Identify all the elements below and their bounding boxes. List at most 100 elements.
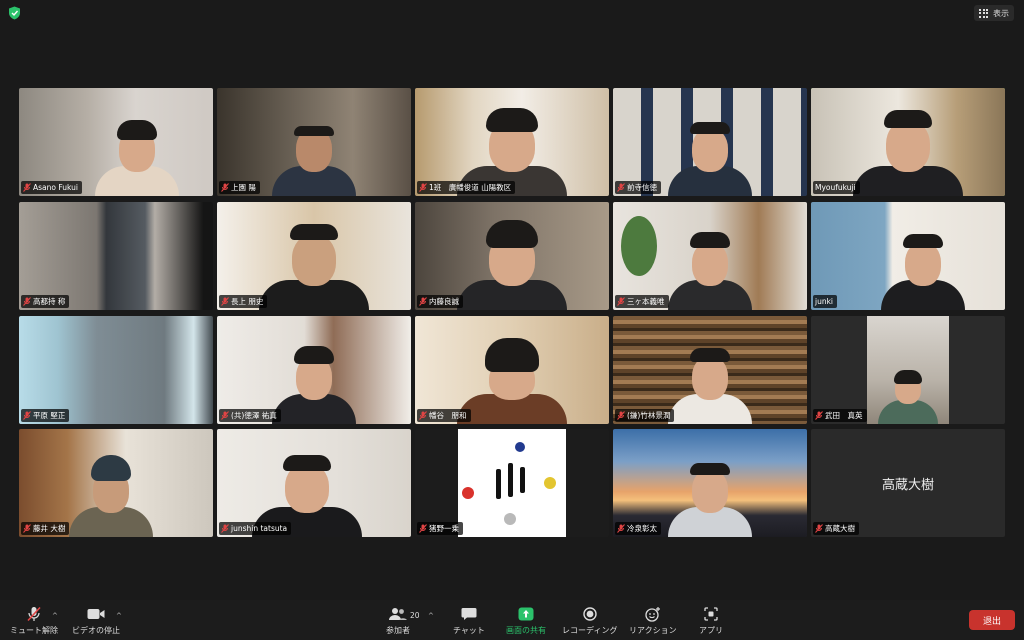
participant-name: 高都持 称 [33, 297, 66, 306]
participant-name: 冷泉彰太 [627, 524, 657, 533]
participants-options-caret-icon[interactable]: ^ [428, 612, 434, 620]
audio-options-caret-icon[interactable]: ^ [52, 612, 58, 620]
participant-tile[interactable]: 藤井 大樹 [19, 429, 213, 537]
participant-name: 藤井 大樹 [33, 524, 66, 533]
stop-video-label: ビデオの停止 [72, 626, 120, 635]
participant-tile-active-speaker[interactable]: Myoufukuji [811, 88, 1005, 196]
muted-mic-icon [23, 524, 31, 533]
participant-tile[interactable]: 上園 陽 [217, 88, 411, 196]
participant-name: 幡谷 朋和 [429, 411, 467, 420]
participant-tile[interactable]: 1班 廣幡俊道 山陽教区 [415, 88, 609, 196]
participant-tile[interactable]: junki [811, 202, 1005, 310]
record-icon [583, 607, 597, 621]
reaction-emoji-icon [645, 607, 660, 622]
muted-mic-icon [221, 524, 229, 533]
participant-tile[interactable]: Asano Fukui [19, 88, 213, 196]
chat-button[interactable]: チャット [453, 606, 485, 636]
share-screen-button[interactable]: 画面の共有 [506, 606, 546, 636]
stop-video-button[interactable]: ビデオの停止 [72, 606, 120, 636]
name-tag: 前寺信徳 [615, 181, 661, 194]
reactions-button[interactable]: リアクション [629, 606, 677, 636]
top-bar: 表示 [0, 0, 1024, 26]
participant-name: (鎌)竹林景潤 [627, 411, 671, 420]
participant-tile[interactable]: (鎌)竹林景潤 [613, 316, 807, 424]
participant-tile[interactable]: 長上 朋史 [217, 202, 411, 310]
participants-label: 参加者 [386, 626, 410, 635]
participant-name: 前寺信徳 [627, 183, 657, 192]
leave-meeting-button[interactable]: 退出 [969, 610, 1015, 630]
participants-icon [389, 608, 407, 620]
participant-tile[interactable]: 前寺信徳 [613, 88, 807, 196]
unmute-button[interactable]: ミュート解除 [10, 606, 58, 636]
participant-tile-video-off[interactable]: 高蔵大樹 高蔵大樹 [811, 429, 1005, 537]
muted-mic-icon [419, 411, 427, 420]
muted-mic-icon [419, 183, 427, 192]
participant-tile[interactable]: 内藤良誠 [415, 202, 609, 310]
participant-name: Asano Fukui [33, 183, 78, 192]
profile-logo-image [458, 429, 566, 537]
participant-name: 1班 廣幡俊道 山陽教区 [429, 183, 512, 192]
name-tag: (共)徳澤 祐真 [219, 409, 281, 422]
name-tag: junshin tatsuta [219, 522, 292, 535]
participant-name: 内藤良誠 [429, 297, 459, 306]
name-tag: 高都持 称 [21, 295, 70, 308]
muted-mic-icon [23, 183, 31, 192]
name-tag: junki [813, 295, 838, 308]
view-label: 表示 [993, 8, 1009, 18]
participant-tile[interactable]: 高都持 称 [19, 202, 213, 310]
muted-mic-icon [815, 411, 823, 420]
participant-name: 平原 堅正 [33, 411, 66, 420]
name-tag: 武田 真英 [813, 409, 867, 422]
muted-mic-icon [419, 297, 427, 306]
name-tag: 三ヶ本義唯 [615, 295, 669, 308]
participant-tile[interactable]: 平原 堅正 [19, 316, 213, 424]
muted-mic-icon [617, 183, 625, 192]
share-screen-icon [518, 607, 534, 621]
view-button[interactable]: 表示 [974, 5, 1014, 21]
name-tag: 冷泉彰太 [615, 522, 661, 535]
participants-count: 20 [410, 611, 420, 620]
participant-name: 上園 陽 [231, 183, 256, 192]
muted-microphone-icon [27, 606, 41, 622]
name-tag: 猪野一乗 [417, 522, 463, 535]
participant-name: 三ヶ本義唯 [627, 297, 665, 306]
name-tag: 平原 堅正 [21, 409, 70, 422]
muted-mic-icon [23, 297, 31, 306]
participant-tile[interactable]: 武田 真英 [811, 316, 1005, 424]
apps-label: アプリ [699, 626, 723, 635]
name-tag: Myoufukuji [813, 181, 860, 194]
name-tag: Asano Fukui [21, 181, 82, 194]
name-tag: 藤井 大樹 [21, 522, 70, 535]
video-options-caret-icon[interactable]: ^ [116, 612, 122, 620]
participant-tile[interactable]: 猪野一乗 [415, 429, 609, 537]
participant-tile[interactable]: 幡谷 朋和 [415, 316, 609, 424]
participant-tile[interactable]: junshin tatsuta [217, 429, 411, 537]
participant-name: junshin tatsuta [231, 524, 288, 533]
encryption-shield-icon[interactable] [8, 6, 21, 20]
participant-name: 長上 朋史 [231, 297, 264, 306]
participant-tile[interactable]: (共)徳澤 祐真 [217, 316, 411, 424]
muted-mic-icon [617, 411, 625, 420]
record-label: レコーディング [562, 626, 618, 635]
meeting-toolbar: ミュート解除 ^ ビデオの停止 ^ 参加者 20 ^ チャット 画面の共有 レコ… [0, 600, 1024, 640]
chat-label: チャット [453, 626, 485, 635]
muted-mic-icon [23, 411, 31, 420]
participants-button[interactable]: 参加者 [386, 606, 410, 636]
muted-mic-icon [221, 411, 229, 420]
unmute-label: ミュート解除 [10, 626, 58, 635]
muted-mic-icon [617, 297, 625, 306]
apps-button[interactable]: アプリ [699, 606, 723, 636]
muted-mic-icon [617, 524, 625, 533]
reaction-label: リアクション [629, 626, 677, 635]
participant-name: 猪野一乗 [429, 524, 459, 533]
video-gallery: Asano Fukui 上園 陽 1班 廣幡俊道 山陽教区 前寺信徳 Myouf… [19, 88, 1005, 537]
participant-tile[interactable]: 三ヶ本義唯 [613, 202, 807, 310]
participant-name: 武田 真英 [825, 411, 863, 420]
name-tag: 高蔵大樹 [813, 522, 859, 535]
participant-name: 高蔵大樹 [825, 524, 855, 533]
participant-tile[interactable]: 冷泉彰太 [613, 429, 807, 537]
name-tag: 幡谷 朋和 [417, 409, 471, 422]
name-tag: 内藤良誠 [417, 295, 463, 308]
muted-mic-icon [419, 524, 427, 533]
record-button[interactable]: レコーディング [562, 606, 617, 636]
